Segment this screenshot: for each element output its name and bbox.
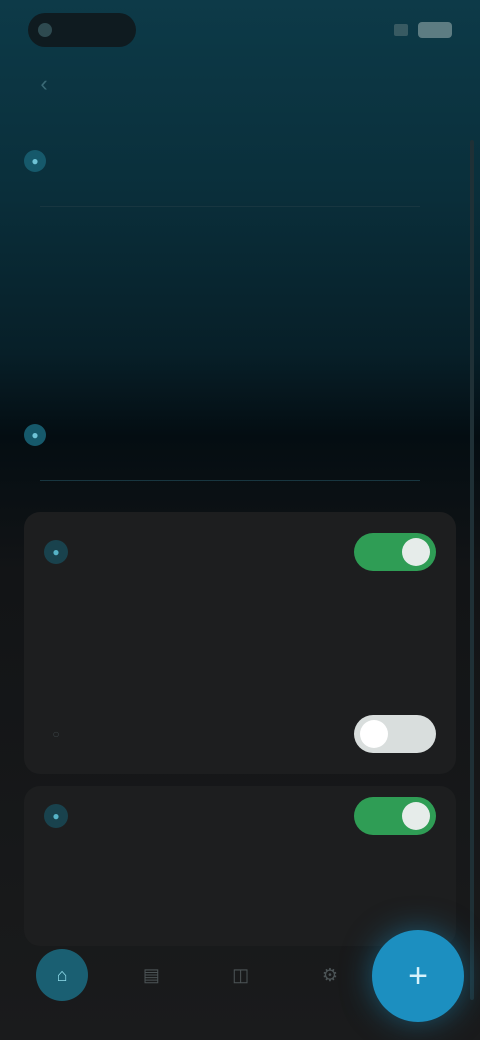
section-two-header: ●: [24, 424, 60, 446]
battery-icon: [418, 22, 452, 38]
stat-cell: [180, 894, 300, 900]
section-one-icon: ●: [24, 150, 46, 172]
card-two-stats: [24, 852, 456, 942]
nav-devices-button[interactable]: ◫: [215, 949, 267, 1001]
toggle-knob: [360, 720, 388, 748]
toggle-knob: [402, 538, 430, 566]
stat-cell: [40, 634, 160, 640]
nav-settings-button[interactable]: ⚙: [304, 949, 356, 1001]
row-left: ●: [44, 540, 84, 564]
toggle-knob: [402, 802, 430, 830]
add-fab-button[interactable]: +: [372, 930, 464, 1022]
stats-icon: ▤: [142, 964, 160, 985]
device-card-one: ● ○: [24, 512, 456, 774]
stat-cell: [180, 634, 300, 640]
device-card-two: ●: [24, 786, 456, 946]
section-two-divider: [40, 480, 420, 481]
option-icon: ○: [52, 727, 60, 741]
stat-cell: [180, 295, 300, 301]
card-one-bottom-row[interactable]: ○: [24, 704, 456, 764]
status-bar: [0, 0, 480, 60]
nav-stats-button[interactable]: ▤: [125, 949, 177, 1001]
section-one-title: [60, 148, 200, 174]
status-dot-icon: [38, 23, 52, 37]
home-icon: ⌂: [56, 964, 68, 985]
status-pill: [28, 13, 136, 47]
stat-cell: [40, 894, 160, 900]
card-one-top-toggle[interactable]: [354, 533, 436, 571]
devices-icon: ◫: [232, 964, 250, 985]
card-two-top-toggle[interactable]: [354, 797, 436, 835]
section-one-divider: [40, 206, 420, 207]
back-arrow-icon: ‹: [40, 71, 48, 96]
nav-home-button[interactable]: ⌂: [36, 949, 88, 1001]
scrollbar[interactable]: [470, 140, 474, 1000]
row-left: ○: [44, 722, 84, 746]
stat-cell: [320, 894, 440, 900]
signal-icon: [394, 24, 408, 36]
card-two-top-row[interactable]: ●: [24, 786, 456, 846]
plus-icon: +: [408, 956, 428, 995]
status-icons: [394, 22, 452, 38]
back-button[interactable]: ‹: [28, 70, 60, 98]
row-left: ●: [44, 804, 84, 828]
card-one-stats: [24, 592, 456, 682]
device-icon: ●: [44, 804, 68, 828]
card-one-bottom-toggle[interactable]: [354, 715, 436, 753]
section-one-header: ●: [24, 148, 200, 174]
stat-cell: [330, 295, 450, 301]
device-icon: ●: [44, 540, 68, 564]
app-screen: ‹ ● ● ● ○ ● ⌂ ▤ ◫ ⚙ +: [0, 0, 480, 1040]
settings-icon: ⚙: [321, 964, 339, 985]
section-two-icon: ●: [24, 424, 46, 446]
card-one-top-row[interactable]: ●: [24, 522, 456, 582]
bottom-nav: ⌂ ▤ ◫ ⚙: [36, 940, 356, 1010]
stat-cell: [320, 634, 440, 640]
stat-cell: [30, 295, 150, 301]
section-one-stats: [30, 258, 450, 338]
